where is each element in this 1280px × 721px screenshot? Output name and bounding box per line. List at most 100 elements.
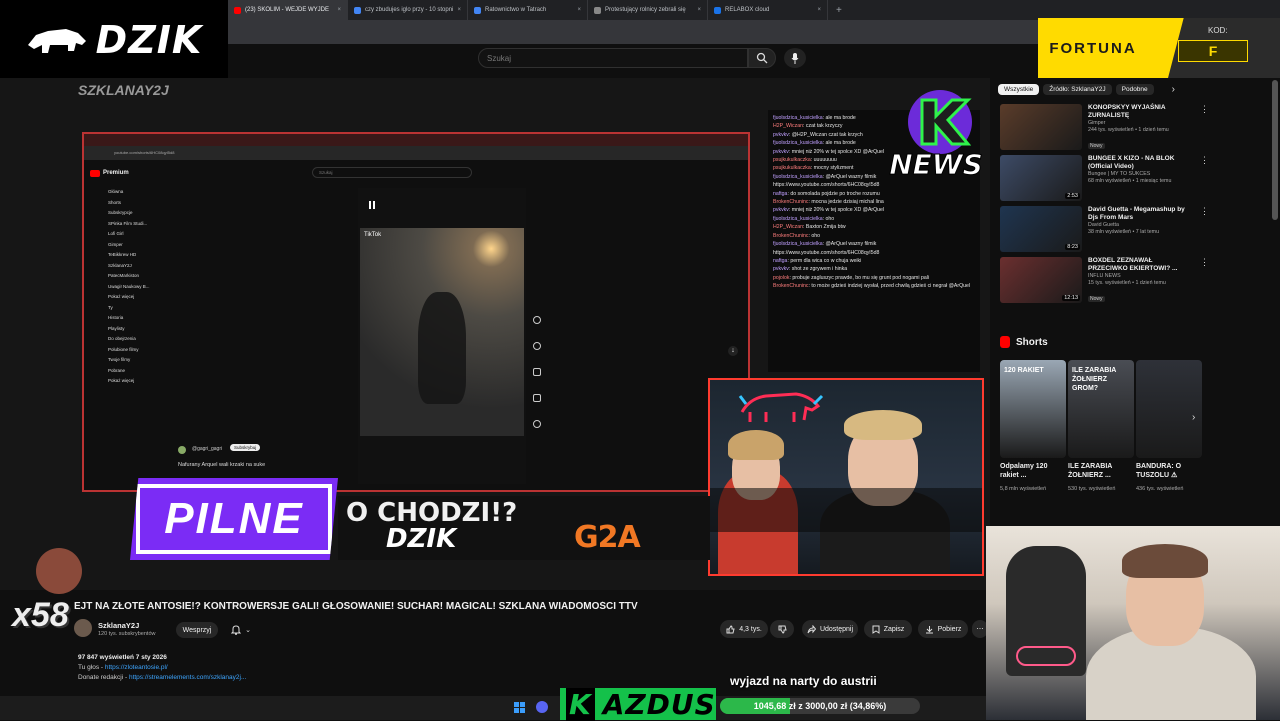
like-button[interactable]: 4,3 tys.	[720, 620, 768, 638]
discord-icon[interactable]	[536, 701, 548, 713]
donate-link[interactable]: https://streamelements.com/szklanay2j...	[129, 674, 246, 681]
browser-tab[interactable]: Ratownictwo w Tatrach ×	[468, 0, 588, 20]
search-button[interactable]	[748, 48, 776, 68]
shared-sidebar-item: Do obejrzenia	[108, 336, 136, 341]
video-title[interactable]: KONOPSKYY WYJAŚNIA ZURNALISTĘ	[1088, 104, 1194, 120]
short-title[interactable]: ILE ZARABIA ŻOŁNIERZ ...	[1068, 462, 1128, 480]
browser-tab-bar: (23) SKOLIM - WEJDE WYJDE × czy zbudujes i…	[228, 0, 1280, 20]
mic-icon	[791, 52, 799, 64]
new-tab-icon[interactable]: +	[836, 5, 842, 16]
recommended-video[interactable]: 2:53 BUNGEE X KIZO - NA BLOK (Official V…	[1000, 155, 1209, 201]
tab-title: Ratownictwo w Tatrach	[485, 7, 547, 13]
dislike-button[interactable]	[770, 620, 794, 638]
tab-title: (23) SKOLIM - WEJDE WYJDE	[245, 7, 330, 13]
shared-sidebar-item: Pobrane	[108, 367, 126, 373]
remix-icon[interactable]	[533, 420, 541, 428]
recommended-video[interactable]: KONOPSKYY WYJAŚNIA ZURNALISTĘ Gimper 244…	[1000, 104, 1209, 150]
more-vert-icon[interactable]: ⋮	[1200, 257, 1209, 303]
recommended-video[interactable]: 12:13 BOXDEL ZEZNAWAŁ PRZECIWKO EKIERTOW…	[1000, 257, 1209, 303]
tab-title: Protestujący rolnicy zebrali się	[605, 7, 686, 13]
notification-bell-button[interactable]: ⌄	[224, 622, 258, 638]
short-thumbnail[interactable]	[1136, 360, 1202, 458]
more-vert-icon[interactable]: ⋮	[1200, 104, 1209, 150]
short-title[interactable]: Odpalamy 120 rakiet ...	[1000, 462, 1060, 480]
video-channel[interactable]: David Guetta	[1088, 222, 1194, 229]
chat-text: Baxton Zmija btw	[805, 224, 846, 231]
video-channel[interactable]: Gimper	[1088, 120, 1194, 127]
save-button[interactable]: Zapisz	[864, 620, 912, 638]
thumbs-down-icon	[778, 625, 787, 634]
video-thumbnail[interactable]: 12:13	[1000, 257, 1082, 303]
share-button[interactable]: Udostępnij	[802, 620, 858, 638]
browser-tab[interactable]: czy zbudujes iglo przy - 10 stopni ×	[348, 0, 468, 20]
video-title[interactable]: David Guetta - Megamashup by Djs From Ma…	[1088, 206, 1194, 222]
windows-start-icon[interactable]	[514, 702, 525, 713]
chat-username: H2P_Wiczan	[773, 123, 803, 130]
chat-text: probuje zagluszyc prawde, bo mu się grun…	[792, 274, 930, 281]
close-tab-icon[interactable]: ×	[697, 7, 701, 13]
comment-avatar	[178, 446, 186, 454]
close-tab-icon[interactable]: ×	[457, 7, 461, 13]
kazdus-k: K	[566, 687, 595, 721]
video-title[interactable]: BOXDEL ZEZNAWAŁ PRZECIWKO EKIERTOWI? ...	[1088, 257, 1194, 273]
tab-title: czy zbudujes iglo przy - 10 stopni	[365, 7, 454, 13]
video-title[interactable]: BUNGEE X KIZO - NA BLOK (Official Video)	[1088, 155, 1194, 171]
browser-tab[interactable]: (23) SKOLIM - WEJDE WYJDE ×	[228, 0, 348, 20]
search-input[interactable]: Szukaj	[478, 48, 748, 68]
video-thumbnail[interactable]	[1000, 104, 1082, 150]
chat-username: BrokenChuninc	[773, 199, 809, 206]
close-tab-icon[interactable]: ×	[817, 7, 821, 13]
shorts-title: Shorts	[1016, 336, 1048, 348]
chevron-right-icon[interactable]: ›	[1172, 84, 1175, 95]
chat-message: BrokenChuninc: oho	[773, 232, 821, 239]
short-title[interactable]: BANDURA: O TUSZOLU ⚠	[1136, 462, 1196, 480]
vote-link[interactable]: https://zloteantosie.pl/	[105, 664, 168, 671]
download-button[interactable]: Pobierz	[918, 620, 968, 638]
video-thumbnail[interactable]: 8:23	[1000, 206, 1082, 252]
page-scrollbar[interactable]	[1272, 80, 1278, 220]
short-thumbnail[interactable]: ILE ZARABIA ŻOŁNIERZ GROM?	[1068, 360, 1134, 458]
neon-sign	[1016, 646, 1076, 666]
recommended-video[interactable]: 8:23 David Guetta - Megamashup by Djs Fr…	[1000, 206, 1209, 252]
like-icon[interactable]	[533, 316, 541, 324]
video-thumbnail[interactable]: 2:53	[1000, 155, 1082, 201]
short-thumbnail[interactable]: 120 RAKIET	[1000, 360, 1066, 458]
comment-icon[interactable]	[533, 368, 541, 376]
video-meta: 38 mln wyświetleń • 7 lat temu	[1088, 229, 1160, 235]
shorts-next-icon[interactable]: ›	[1192, 412, 1195, 423]
shared-screen-address-bar: youtube.com/shorts/6HC08qyI5d8	[84, 146, 748, 160]
more-vert-icon[interactable]: ⋮	[1200, 155, 1209, 201]
chip-all[interactable]: Wszystkie	[998, 83, 1040, 95]
chip-source[interactable]: Źródło: SzklanaY2J	[1043, 83, 1112, 95]
close-tab-icon[interactable]: ×	[577, 7, 581, 13]
comment-user: @gagri_gagri	[192, 446, 223, 452]
description-vote-line: Tu głos - https://zloteantosie.pl/	[78, 664, 168, 671]
more-vert-icon[interactable]: ⋮	[1200, 206, 1209, 252]
video-channel[interactable]: INFLU NEWS	[1088, 273, 1194, 280]
download-icon	[925, 625, 933, 633]
person-right-hair	[844, 410, 922, 440]
chip-similar[interactable]: Podobne	[1115, 83, 1154, 95]
video-channel[interactable]: Bungee | MY TO SUKCES	[1088, 171, 1194, 178]
browser-tab[interactable]: RELABOX cloud ×	[708, 0, 828, 20]
channel-avatar[interactable]	[74, 619, 92, 637]
dislike-icon[interactable]	[533, 342, 541, 350]
browser-tab[interactable]: Protestujący rolnicy zebrali się ×	[588, 0, 708, 20]
voice-search-button[interactable]	[784, 48, 806, 68]
support-button[interactable]: Wesprzyj	[176, 622, 218, 638]
chat-username: pvkvkv	[773, 148, 789, 155]
short-views: 436 tys. wyświetleń	[1136, 486, 1184, 492]
tab-favicon-icon	[594, 6, 601, 14]
close-tab-icon[interactable]: ×	[337, 7, 341, 13]
share-icon[interactable]	[533, 394, 541, 402]
pilne-banner: PILNE	[130, 478, 338, 560]
chat-username: psujkukulkaczka	[773, 165, 811, 172]
chat-message: naftga: perm dla wica co w chuja weiki	[773, 257, 862, 264]
shared-sidebar-item: Pokaż więcej	[108, 378, 135, 383]
kazdus-name: AZDUS	[602, 687, 716, 721]
new-badge: Nowy	[1088, 296, 1105, 302]
chat-username: BrokenChuninc	[773, 232, 809, 239]
channel-name[interactable]: SzklanaY2J	[98, 621, 139, 630]
shared-sidebar-item: Lofi Girl	[108, 231, 124, 236]
emote-avatar	[36, 548, 82, 594]
